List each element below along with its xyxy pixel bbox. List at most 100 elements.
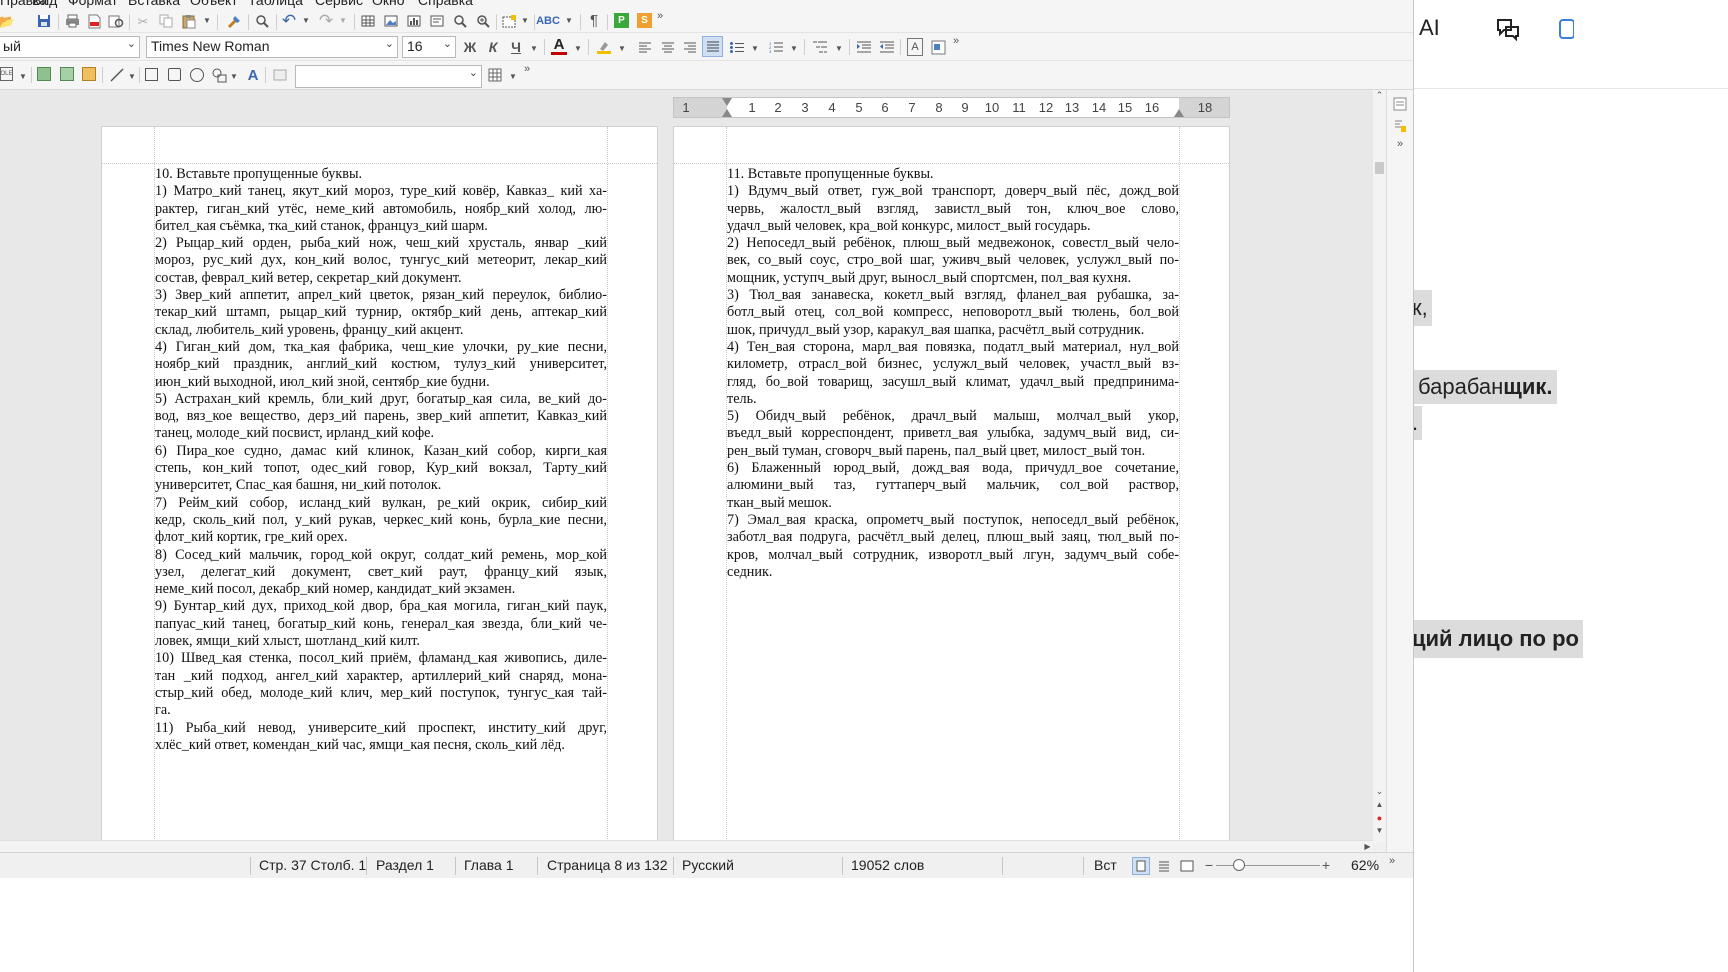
undo-dropdown-icon[interactable]: ▼ xyxy=(302,16,310,25)
save-icon[interactable] xyxy=(36,12,52,30)
menu-format[interactable]: Формат xyxy=(68,0,118,10)
document-area[interactable]: 1 1 2 3 4 5 6 7 8 9 10 11 12 13 14 15 16… xyxy=(0,90,1373,843)
open-folder-icon[interactable]: 📂 xyxy=(0,13,15,29)
green-chart-icon[interactable] xyxy=(60,67,74,81)
frame-icon[interactable] xyxy=(502,12,518,30)
zoom-icon[interactable] xyxy=(452,12,468,30)
chevron-down-icon[interactable]: ⌄ xyxy=(469,66,478,79)
export-pdf-icon[interactable] xyxy=(86,12,102,30)
navigation-dot-icon[interactable]: ● xyxy=(1374,813,1385,823)
print-icon[interactable] xyxy=(64,12,80,30)
scroll-up-icon[interactable]: ⌃ xyxy=(1374,90,1385,100)
numbered-list-icon[interactable]: 123 xyxy=(768,38,784,56)
chat-icon[interactable] xyxy=(1494,16,1522,42)
character-button[interactable]: A xyxy=(907,38,923,56)
properties-icon[interactable] xyxy=(1392,96,1408,112)
language-indicator[interactable]: Русский xyxy=(682,857,734,873)
basic-shapes-icon[interactable] xyxy=(212,66,228,84)
outline-icon[interactable] xyxy=(812,38,828,56)
spellcheck-dropdown-icon[interactable]: ▼ xyxy=(565,16,573,25)
single-page-view-icon[interactable] xyxy=(1132,857,1150,875)
zoom-level[interactable]: 62% xyxy=(1351,857,1379,873)
frame-dropdown-icon[interactable]: ▼ xyxy=(521,16,529,25)
print-preview-icon[interactable] xyxy=(108,12,124,30)
style-name-combo[interactable]: ⌄ xyxy=(295,65,482,88)
paste-dropdown-icon[interactable]: ▼ xyxy=(203,16,211,25)
line-tool-icon[interactable] xyxy=(109,66,125,84)
chevron-down-icon[interactable]: ⌄ xyxy=(443,37,452,50)
outline-dropdown-icon[interactable]: ▼ xyxy=(835,44,843,53)
paragraph-dialog-icon[interactable] xyxy=(930,38,946,56)
align-right-icon[interactable] xyxy=(682,38,698,56)
shapes-dropdown-icon[interactable]: ▼ xyxy=(230,72,238,81)
underline-button[interactable]: Ч xyxy=(508,38,524,56)
numbered-list-dropdown-icon[interactable]: ▼ xyxy=(790,44,798,53)
word-count[interactable]: 19052 слов xyxy=(851,857,924,873)
scroll-down-icon[interactable]: ⌄ xyxy=(1374,786,1385,796)
align-left-icon[interactable] xyxy=(637,38,653,56)
menu-tools[interactable]: Сервис xyxy=(315,0,363,10)
italic-button[interactable]: К xyxy=(485,38,501,56)
chevron-down-icon[interactable]: ⌄ xyxy=(385,37,394,50)
copy-icon[interactable] xyxy=(158,12,174,30)
ai-button[interactable]: AI xyxy=(1419,15,1440,41)
clone-formatting-icon[interactable] xyxy=(226,12,242,30)
menu-object[interactable]: Объект xyxy=(190,0,238,10)
cursor-position[interactable]: Стр. 37 Столб. 1 xyxy=(259,857,366,873)
extension-icon[interactable] xyxy=(1555,16,1575,42)
undo-icon[interactable]: ↶ xyxy=(281,11,297,29)
zoom-in-icon[interactable] xyxy=(475,12,491,30)
find-replace-icon[interactable] xyxy=(254,12,270,30)
ellipse-tool-icon[interactable] xyxy=(190,68,204,82)
styles-icon[interactable] xyxy=(1392,118,1408,134)
redo-icon[interactable]: ↷ xyxy=(318,11,334,29)
fontwork-icon[interactable]: A xyxy=(245,66,261,84)
ole-object-icon[interactable]: OLE xyxy=(0,67,13,81)
paste-icon[interactable] xyxy=(181,12,197,30)
chevron-down-icon[interactable]: ⌄ xyxy=(127,37,136,50)
next-page-icon[interactable]: ▼ xyxy=(1374,826,1385,836)
statusbar-overflow-icon[interactable]: » xyxy=(1387,855,1397,867)
vertical-scrollbar[interactable]: ⌃ ⌄ ▲ ● ▼ xyxy=(1373,90,1386,843)
table-grid-icon[interactable] xyxy=(487,66,503,84)
first-line-indent-marker[interactable] xyxy=(722,109,732,117)
horizontal-scrollbar[interactable]: ▶ xyxy=(0,840,1373,852)
menu-table[interactable]: Таблица xyxy=(248,0,303,10)
menu-window[interactable]: Окно xyxy=(372,0,405,10)
previous-page-icon[interactable]: ▲ xyxy=(1374,800,1385,810)
scrollbar-thumb[interactable] xyxy=(1375,162,1384,174)
rectangle-tool-icon[interactable] xyxy=(145,68,158,81)
insert-chart-icon[interactable] xyxy=(406,12,422,30)
paragraph-style-combo[interactable]: ый ⌄ xyxy=(0,36,140,58)
orange-macro-icon[interactable]: S xyxy=(637,13,652,28)
highlight-icon[interactable] xyxy=(596,38,612,56)
menu-insert[interactable]: Вставка xyxy=(128,0,180,10)
green-form-icon[interactable] xyxy=(37,67,51,81)
rounded-rectangle-tool-icon[interactable] xyxy=(168,68,181,81)
page-indicator[interactable]: Страница 8 из 132 xyxy=(547,857,668,873)
font-name-combo[interactable]: Times New Roman ⌄ xyxy=(146,36,398,58)
multi-page-view-icon[interactable] xyxy=(1156,858,1172,874)
font-color-dropdown-icon[interactable]: ▼ xyxy=(574,44,582,53)
bullet-list-icon[interactable] xyxy=(729,38,745,56)
bold-button[interactable]: Ж xyxy=(462,38,478,56)
font-color-button[interactable]: A xyxy=(551,37,567,55)
formatting-marks-icon[interactable]: ¶ xyxy=(586,11,602,29)
toolbar-overflow-icon[interactable]: » xyxy=(655,10,665,22)
menu-view[interactable]: Вид xyxy=(32,0,57,10)
increase-indent-icon[interactable] xyxy=(856,38,872,56)
book-view-icon[interactable] xyxy=(1179,858,1195,874)
justify-button[interactable] xyxy=(702,36,723,57)
highlight-dropdown-icon[interactable]: ▼ xyxy=(618,44,626,53)
font-size-combo[interactable]: 16 ⌄ xyxy=(402,36,456,58)
zoom-slider-handle[interactable] xyxy=(1233,859,1245,871)
left-indent-marker[interactable] xyxy=(722,98,732,106)
green-macro-icon[interactable]: P xyxy=(614,13,629,28)
bullet-list-dropdown-icon[interactable]: ▼ xyxy=(751,44,759,53)
orange-form-icon[interactable] xyxy=(82,67,96,81)
zoom-out-icon[interactable]: − xyxy=(1203,857,1215,873)
image-properties-icon[interactable] xyxy=(272,67,287,82)
align-center-icon[interactable] xyxy=(660,38,676,56)
right-indent-marker[interactable] xyxy=(1174,109,1184,117)
zoom-in-button[interactable]: + xyxy=(1320,857,1332,873)
